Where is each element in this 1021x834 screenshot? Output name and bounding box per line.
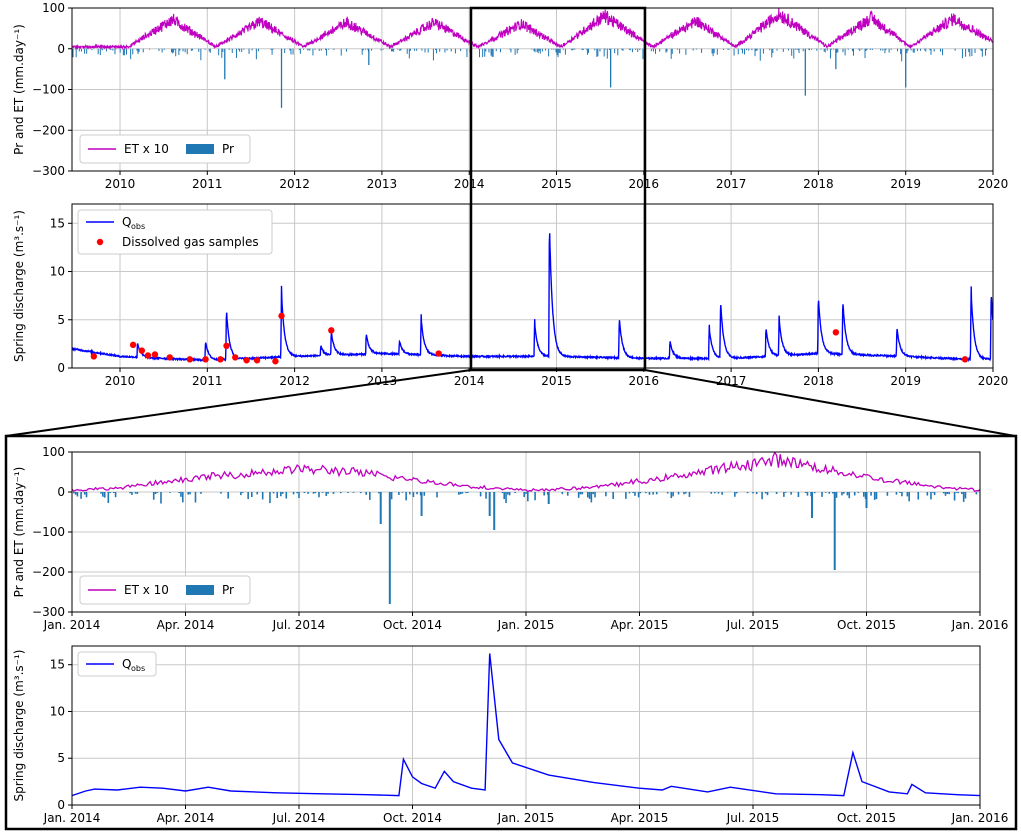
x-tick-label: 2018: [803, 374, 834, 388]
x-tick-label: 2011: [192, 177, 223, 191]
y-tick-label: 0: [57, 798, 65, 812]
gas-sample-point: [435, 350, 442, 357]
x-tick-label: Jul. 2015: [726, 618, 780, 632]
gas-sample-point: [202, 356, 209, 363]
x-tick-label: Jan. 2016: [951, 811, 1009, 825]
x-tick-label: 2015: [541, 177, 572, 191]
x-tick-label: 2010: [105, 374, 136, 388]
zoom-precip-et-panel: Jan. 2014 Apr. 2014 Jul. 2014 Oct. 2014 Jan.…: [12, 445, 1008, 632]
x-tick-label: Jan. 2016: [951, 618, 1009, 632]
y-tick-label: 100: [42, 445, 65, 459]
legend: QobsDissolved gas samples: [77, 209, 273, 255]
gas-sample-point: [90, 353, 98, 360]
gas-sample-point: [243, 357, 250, 364]
y-tick-label: 15: [50, 658, 65, 672]
y-tick-label: −300: [32, 605, 65, 619]
gas-sample-point: [151, 351, 159, 358]
legend-label-obs-subscript: obs: [131, 222, 145, 231]
y-tick-label: −100: [32, 525, 65, 539]
x-tick-label: 2012: [279, 374, 310, 388]
x-tick-label: Apr. 2014: [157, 618, 215, 632]
x-tick-label: Oct. 2014: [383, 811, 442, 825]
x-tick-label: 2019: [890, 177, 921, 191]
x-tick-label: Jul. 2014: [272, 811, 326, 825]
y-tick-label: 0: [57, 42, 65, 56]
y-tick-label: 5: [57, 751, 65, 765]
x-tick-label: 2015: [541, 374, 572, 388]
gas-sample-point: [186, 356, 194, 363]
y-tick-label: −200: [32, 123, 65, 137]
zoom-discharge-panel: Jan. 2014 Apr. 2014 Jul. 2014 Oct. 2014 Jan.…: [12, 645, 1009, 825]
gas-sample-point: [328, 327, 335, 334]
x-tick-label: 2016: [629, 374, 660, 388]
y-tick-label: 0: [57, 361, 65, 375]
x-tick-label: Apr. 2015: [611, 811, 669, 825]
y-tick-label: 5: [57, 313, 65, 327]
x-tick-label: Oct. 2015: [837, 811, 896, 825]
y-tick-label: −100: [32, 83, 65, 97]
y-tick-label: 15: [50, 216, 65, 230]
legend: ET x 10 Pr: [79, 575, 251, 605]
gas-sample-point: [138, 347, 146, 354]
x-tick-label: Apr. 2015: [611, 618, 669, 632]
x-tick-label: Jan. 2014: [43, 618, 101, 632]
x-tick-label: 2014: [454, 374, 485, 388]
overview-discharge-panel: 2010 2011 2012 2013 2014 2015 2016 2017 2018 2019…: [12, 203, 1009, 388]
y-axis-label: Pr and ET (mm.day⁻¹): [12, 24, 26, 155]
y-tick-label: −300: [32, 164, 65, 178]
gas-sample-point: [166, 354, 173, 361]
x-tick-label: 2012: [279, 177, 310, 191]
gas-sample-point: [144, 352, 152, 359]
y-tick-label: 10: [50, 704, 65, 718]
legend-label-et: ET x 10: [124, 583, 169, 597]
legend-label-pr: Pr: [222, 142, 234, 156]
x-tick-label: 2019: [890, 374, 921, 388]
x-tick-label: 2018: [803, 177, 834, 191]
zoom-connector-left: [5, 369, 472, 437]
x-tick-label: Jul. 2014: [272, 618, 326, 632]
legend: ET x 10 Pr: [79, 134, 251, 164]
y-axis-label: Spring discharge (m³.s⁻¹): [12, 210, 26, 362]
figure: 2010 2011 2012 2013 2014 2015 2016 2017 2018 2019…: [4, 1, 1018, 831]
x-tick-label: 2011: [192, 374, 223, 388]
x-tick-label: Jan. 2014: [43, 811, 101, 825]
x-tick-label: Jul. 2015: [726, 811, 780, 825]
y-tick-label: 10: [50, 265, 65, 279]
gas-sample-point: [278, 312, 285, 320]
x-tick-label: Oct. 2015: [837, 618, 896, 632]
legend: Qobs: [77, 651, 157, 677]
x-tick-label: Jan. 2015: [497, 811, 555, 825]
y-tick-label: −200: [32, 565, 65, 579]
y-axis-label: Pr and ET (mm.day⁻¹): [12, 467, 26, 598]
overview-precip-et-panel: 2010 2011 2012 2013 2014 2015 2016 2017 2018 2019…: [12, 1, 1008, 191]
gas-sample-point: [961, 356, 969, 363]
legend-label-gas: Dissolved gas samples: [122, 235, 259, 249]
x-tick-label: 2020: [978, 177, 1009, 191]
gas-sample-point: [129, 341, 137, 349]
y-axis-label: Spring discharge (m³.s⁻¹): [12, 650, 26, 802]
gas-sample-point: [832, 329, 840, 336]
legend-swatch-pr: [186, 144, 214, 154]
legend-label-pr: Pr: [222, 583, 234, 597]
x-tick-label: 2010: [105, 177, 136, 191]
gas-sample-point: [217, 356, 224, 363]
legend-swatch-gas: [96, 238, 104, 246]
x-tick-label: 2017: [716, 177, 747, 191]
gas-sample-point: [223, 342, 230, 350]
gas-sample-point: [232, 354, 239, 361]
legend-swatch-pr: [186, 585, 214, 595]
x-tick-label: Jan. 2015: [497, 618, 555, 632]
x-tick-label: 2014: [454, 177, 485, 191]
y-tick-label: 100: [42, 1, 65, 15]
legend-label-obs-subscript: obs: [131, 664, 145, 673]
gas-sample-point: [253, 357, 261, 364]
y-tick-label: 0: [57, 485, 65, 499]
x-tick-label: Apr. 2014: [157, 811, 215, 825]
x-tick-label: Oct. 2014: [383, 618, 442, 632]
gas-sample-point: [272, 358, 279, 365]
x-tick-label: 2013: [367, 177, 398, 191]
legend-label-et: ET x 10: [124, 142, 169, 156]
x-tick-label: 2020: [978, 374, 1009, 388]
